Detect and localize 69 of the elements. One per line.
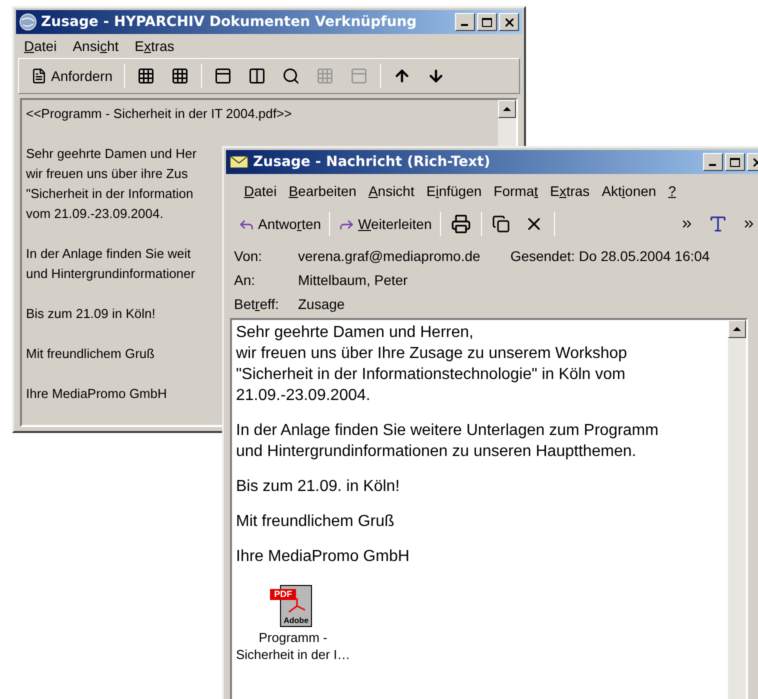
- message-line: "Sicherheit in der Informationstechnologie" in Köln vom: [236, 365, 626, 385]
- window-title: Zusage - Nachricht (Rich-Text): [253, 152, 490, 172]
- menu-item[interactable]: Aktionen: [602, 180, 656, 202]
- text-line: Bis zum 21.09 in Köln!: [26, 305, 156, 323]
- font-color-icon: [708, 214, 728, 234]
- document-icon: [31, 68, 47, 84]
- message-line: und Hintergrundinformationen zu unseren Hauptthemen.: [236, 442, 636, 462]
- up-arrow-icon: [503, 107, 511, 111]
- maximize-icon: [482, 18, 492, 26]
- grid-icon: [316, 67, 334, 85]
- close-icon: [502, 16, 516, 28]
- attachment-name: Programm - Sicherheit in der I…: [236, 629, 350, 663]
- maximize-button[interactable]: [725, 153, 745, 171]
- scroll-up-button[interactable]: [728, 320, 746, 338]
- text-line: und Hintergrundinformationer: [26, 265, 196, 283]
- attachment-line: <<Programm - Sicherheit in der IT 2004.pdf>>: [26, 105, 293, 123]
- menu-item[interactable]: Bearbeiten: [288, 180, 356, 202]
- message-line: Ihre MediaPromo GmbH: [236, 547, 410, 567]
- globe-icon: [19, 13, 37, 31]
- message-line: wir freuen uns über Ihre Zusage zu unserem Workshop: [236, 344, 628, 364]
- header-label: Betreff:: [234, 294, 280, 314]
- text-line: vom 21.09.-23.09.2004.: [26, 205, 164, 223]
- window-icon: [214, 67, 232, 85]
- menu-item[interactable]: Extras: [550, 180, 590, 202]
- sent-label: Gesendet:: [510, 246, 575, 266]
- panel-icon: [248, 67, 266, 85]
- header-value: Zusage: [298, 294, 345, 314]
- menu-item[interactable]: Datei: [24, 36, 57, 56]
- copy-icon: [492, 215, 510, 233]
- reply-button[interactable]: Antworten: [234, 210, 326, 238]
- up-arrow-icon: [733, 327, 741, 331]
- menu-item[interactable]: Ansicht: [72, 36, 119, 56]
- minimize-button[interactable]: [455, 13, 475, 31]
- text-line: Sehr geehrte Damen und Her: [26, 145, 197, 163]
- envelope-icon: [229, 154, 249, 170]
- scroll-up-button[interactable]: [498, 100, 516, 118]
- menu-item[interactable]: Datei: [244, 180, 277, 202]
- close-button[interactable]: [499, 13, 519, 31]
- window-icon: [350, 67, 368, 85]
- maximize-button[interactable]: [477, 13, 497, 31]
- header-value: verena.graf@mediapromo.de: [298, 246, 480, 266]
- menu-item[interactable]: Ansicht: [368, 180, 414, 202]
- text-line: wir freuen uns über ihre Zus: [26, 165, 188, 183]
- request-button[interactable]: Anfordern: [25, 62, 118, 90]
- message-line: In der Anlage finden Sie weitere Unterlagen zum Programm: [236, 421, 658, 441]
- message-line: Sehr geehrte Damen und Herren,: [236, 323, 474, 343]
- message-line: 21.09.-23.09.2004.: [236, 386, 370, 406]
- header-label: Von:: [234, 246, 264, 266]
- text-line: In der Anlage finden Sie weit: [26, 245, 191, 263]
- message-line: Mit freundlichem Gruß: [236, 512, 394, 532]
- down-arrow-icon: [427, 67, 446, 85]
- header-value: Mittelbaum, Peter: [298, 270, 408, 290]
- maximize-icon: [730, 158, 740, 166]
- menu-item[interactable]: Extras: [134, 36, 174, 56]
- attachment[interactable]: PDF Adobe Programm - Sicherheit in der I…: [236, 583, 350, 663]
- message-line: Bis zum 21.09. in Köln!: [236, 477, 400, 497]
- sent-value: Do 28.05.2004 16:04: [578, 246, 710, 266]
- text-line: "Sicherheit in der Information: [26, 185, 194, 203]
- menu-item[interactable]: Einfügen: [426, 180, 482, 202]
- minimize-button[interactable]: [703, 153, 723, 171]
- forward-button[interactable]: Weiterleiten: [334, 210, 436, 238]
- text-line: Mit freundlichem Gruß: [26, 345, 155, 363]
- window-title: Zusage - HYPARCHIV Dokumenten Verknüpfung: [41, 12, 417, 32]
- text-line: Ihre MediaPromo GmbH: [26, 385, 167, 403]
- header-label: An:: [234, 270, 256, 290]
- printer-icon: [450, 214, 471, 234]
- menu-item[interactable]: Format: [494, 180, 538, 202]
- menu-item[interactable]: ?: [668, 180, 676, 202]
- search-icon: [282, 67, 300, 85]
